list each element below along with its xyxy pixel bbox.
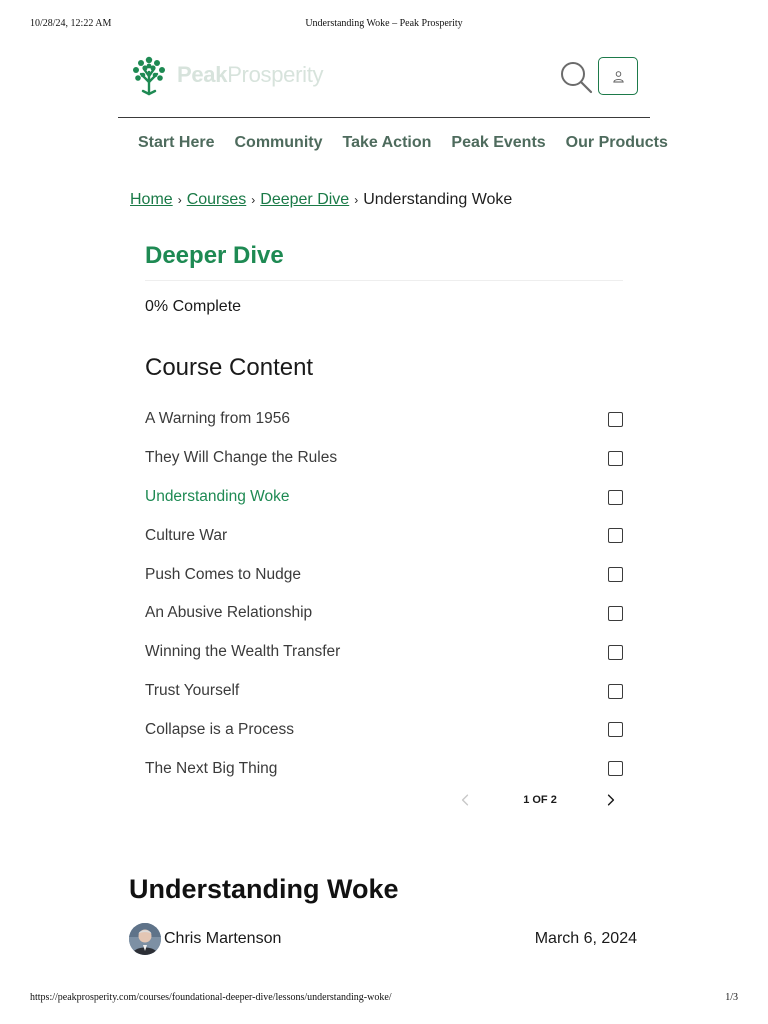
lesson-item[interactable]: Push Comes to Nudge — [145, 555, 627, 594]
account-button[interactable] — [598, 57, 638, 95]
lesson-checkbox[interactable] — [608, 567, 623, 583]
lesson-label[interactable]: Collapse is a Process — [145, 721, 294, 739]
nav-take-action[interactable]: Take Action — [342, 131, 431, 155]
main-nav: Start Here Community Take Action Peak Ev… — [138, 131, 668, 155]
pagination-label: 1 OF 2 — [523, 794, 557, 806]
lesson-checkbox[interactable] — [608, 683, 623, 699]
lesson-item[interactable]: The Next Big Thing — [145, 749, 627, 788]
print-footer: https://peakprosperity.com/courses/found… — [30, 992, 738, 1006]
lesson-label[interactable]: They Will Change the Rules — [145, 449, 337, 467]
author-photo — [129, 923, 161, 955]
pagination-prev-button[interactable] — [455, 788, 475, 812]
nav-start-here[interactable]: Start Here — [138, 131, 214, 155]
lesson-checkbox[interactable] — [608, 722, 623, 738]
breadcrumb-current: Understanding Woke — [363, 191, 513, 208]
lesson-item[interactable]: An Abusive Relationship — [145, 594, 627, 633]
breadcrumb-separator-icon: › — [354, 193, 359, 207]
site-header: PeakProsperity — [118, 50, 650, 118]
print-url: https://peakprosperity.com/courses/found… — [30, 992, 392, 1003]
logo-text-bold: Peak — [177, 62, 228, 87]
lesson-checkbox[interactable] — [608, 412, 623, 427]
breadcrumb-deeper-dive[interactable]: Deeper Dive — [260, 188, 349, 212]
lesson-checkbox[interactable] — [608, 489, 623, 505]
article-title: Understanding Woke — [129, 874, 399, 904]
logo-wordmark: PeakProsperity — [177, 62, 324, 88]
chevron-left-icon — [461, 794, 469, 806]
lesson-item[interactable]: Culture War — [145, 516, 627, 555]
search-button[interactable] — [558, 54, 594, 100]
tree-icon — [133, 56, 165, 96]
lesson-label[interactable]: Culture War — [145, 527, 227, 545]
nav-our-products[interactable]: Our Products — [566, 131, 668, 155]
lesson-item[interactable]: Winning the Wealth Transfer — [145, 633, 627, 672]
user-icon — [612, 70, 624, 82]
lesson-pagination: 1 OF 2 — [455, 788, 625, 812]
print-page-title: Understanding Woke – Peak Prosperity — [305, 18, 463, 29]
pagination-next-button[interactable] — [601, 788, 621, 812]
lesson-checkbox[interactable] — [608, 761, 623, 777]
lesson-label[interactable]: Understanding Woke — [145, 488, 289, 506]
lesson-label[interactable]: Trust Yourself — [145, 682, 239, 700]
lesson-label[interactable]: An Abusive Relationship — [145, 604, 312, 622]
author-name[interactable]: Chris Martenson — [164, 929, 281, 949]
course-title[interactable]: Deeper Dive — [145, 240, 623, 272]
nav-peak-events[interactable]: Peak Events — [451, 131, 545, 155]
lesson-checkbox[interactable] — [608, 450, 623, 466]
lesson-checkbox[interactable] — [608, 528, 623, 544]
breadcrumb-home[interactable]: Home — [130, 188, 173, 212]
lesson-item[interactable]: Collapse is a Process — [145, 710, 627, 749]
nav-community[interactable]: Community — [234, 131, 322, 155]
lesson-label[interactable]: Push Comes to Nudge — [145, 566, 301, 584]
breadcrumb: Home › Courses › Deeper Dive › Understan… — [130, 188, 512, 212]
site-logo[interactable]: PeakProsperity — [128, 54, 324, 96]
post-date: March 6, 2024 — [534, 930, 637, 947]
lesson-label[interactable]: A Warning from 1956 — [145, 410, 290, 428]
lesson-label[interactable]: The Next Big Thing — [145, 760, 277, 778]
print-header: 10/28/24, 12:22 AM Understanding Woke – … — [30, 18, 738, 32]
lesson-item[interactable]: Trust Yourself — [145, 672, 627, 711]
lesson-item[interactable]: They Will Change the Rules — [145, 439, 627, 478]
lesson-item[interactable]: A Warning from 1956 — [145, 400, 627, 439]
lesson-label[interactable]: Winning the Wealth Transfer — [145, 643, 340, 661]
lesson-checkbox[interactable] — [608, 605, 623, 621]
course-content-heading: Course Content — [145, 354, 314, 381]
logo-text-light: Prosperity — [227, 62, 324, 87]
panel-divider — [145, 280, 623, 281]
search-icon — [561, 62, 593, 94]
breadcrumb-separator-icon: › — [177, 193, 182, 207]
lesson-list: A Warning from 1956 They Will Change the… — [145, 400, 627, 788]
lesson-item-current[interactable]: Understanding Woke — [145, 478, 627, 517]
course-progress-text: 0% Complete — [145, 298, 242, 315]
author-avatar[interactable] — [129, 923, 161, 955]
print-page-number: 1/3 — [725, 992, 738, 1003]
author-row: Chris Martenson March 6, 2024 — [129, 922, 637, 956]
lesson-checkbox[interactable] — [608, 644, 623, 660]
breadcrumb-separator-icon: › — [251, 193, 256, 207]
course-panel: Deeper Dive 0% Complete Course Content — [145, 240, 623, 383]
breadcrumb-courses[interactable]: Courses — [187, 188, 247, 212]
chevron-right-icon — [607, 794, 615, 806]
